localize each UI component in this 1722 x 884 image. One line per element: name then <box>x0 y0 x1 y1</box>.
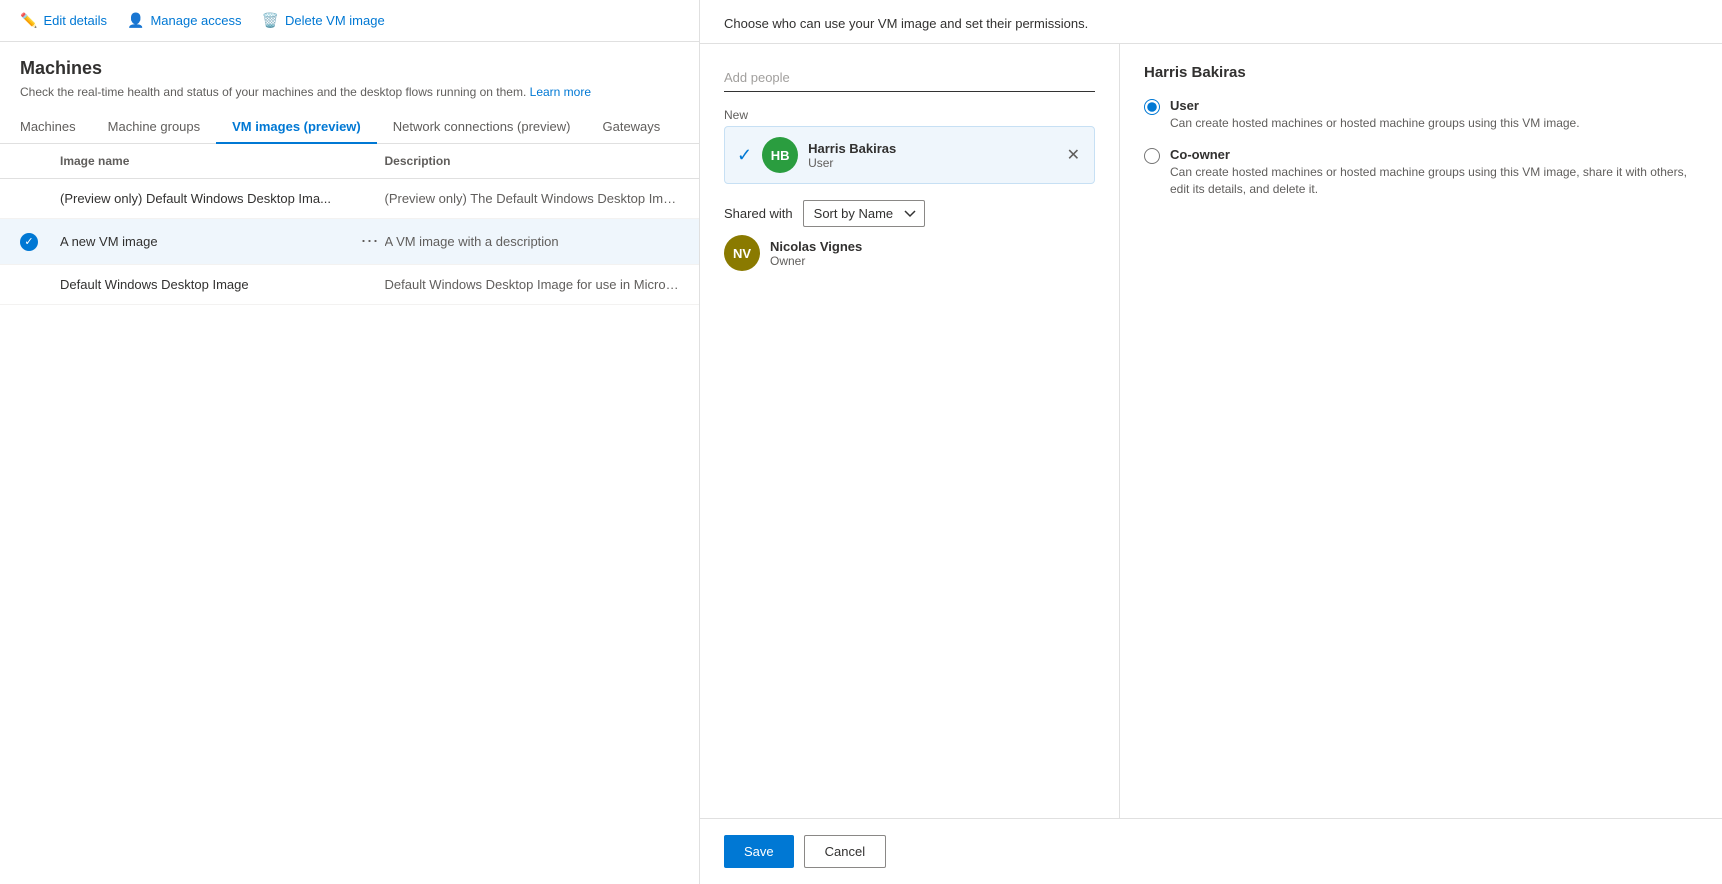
permissions-panel: Harris Bakiras User Can create hosted ma… <box>1120 44 1722 818</box>
left-panel: ✏️ Edit details 👤 Manage access 🗑️ Delet… <box>0 0 700 884</box>
manage-access-button[interactable]: 👤 Manage access <box>127 12 242 29</box>
person-info: Harris Bakiras User <box>808 141 1055 170</box>
page-subtitle: Check the real-time health and status of… <box>20 85 679 99</box>
user-radio[interactable] <box>1144 99 1160 115</box>
manage-access-description: Choose who can use your VM image and set… <box>700 0 1722 44</box>
sort-select[interactable]: Sort by Name Sort by Role <box>803 200 925 227</box>
row-name: Default Windows Desktop Image <box>60 277 355 292</box>
person-role: Owner <box>770 254 1095 268</box>
more-options-button[interactable]: ⋯ <box>355 231 385 252</box>
person-info: Nicolas Vignes Owner <box>770 239 1095 268</box>
tab-machines[interactable]: Machines <box>20 111 92 144</box>
remove-person-button[interactable]: ✕ <box>1065 143 1082 167</box>
avatar: HB <box>762 137 798 173</box>
row-name: (Preview only) Default Windows Desktop I… <box>60 191 355 206</box>
save-button[interactable]: Save <box>724 835 794 868</box>
right-panel: Choose who can use your VM image and set… <box>700 0 1722 884</box>
coowner-desc: Can create hosted machines or hosted mac… <box>1170 164 1698 198</box>
radio-option-user: User Can create hosted machines or hoste… <box>1144 97 1698 132</box>
coowner-label[interactable]: Co-owner <box>1170 147 1230 162</box>
person-role: User <box>808 156 1055 170</box>
shared-with-label: Shared with <box>724 206 793 221</box>
tab-gateways[interactable]: Gateways <box>586 111 676 144</box>
delete-label: Delete VM image <box>285 13 385 28</box>
tab-machine-groups[interactable]: Machine groups <box>92 111 217 144</box>
shared-with-row: Shared with Sort by Name Sort by Role <box>724 200 1095 227</box>
shared-with-section: Shared with Sort by Name Sort by Role NV… <box>724 200 1095 279</box>
nav-tabs: Machines Machine groups VM images (previ… <box>0 111 699 144</box>
radio-text: Co-owner Can create hosted machines or h… <box>1170 146 1698 198</box>
selected-check-icon: ✓ <box>20 233 38 251</box>
table-row[interactable]: ✓ A new VM image ⋯ A VM image with a des… <box>0 219 699 265</box>
tab-vm-images[interactable]: VM images (preview) <box>216 111 377 144</box>
row-desc: (Preview only) The Default Windows Deskt… <box>385 191 680 206</box>
footer: Save Cancel <box>700 818 1722 884</box>
manage-panel: New ✓ HB Harris Bakiras User ✕ Shared wi… <box>700 44 1120 818</box>
col-more <box>355 154 385 168</box>
coowner-radio[interactable] <box>1144 148 1160 164</box>
radio-group: User Can create hosted machines or hoste… <box>1144 97 1698 197</box>
col-check <box>20 154 60 168</box>
table-row[interactable]: Default Windows Desktop Image Default Wi… <box>0 265 699 305</box>
person-name: Nicolas Vignes <box>770 239 1095 254</box>
right-content: New ✓ HB Harris Bakiras User ✕ Shared wi… <box>700 44 1722 818</box>
row-name: A new VM image <box>60 234 355 249</box>
delete-vm-button[interactable]: 🗑️ Delete VM image <box>262 12 385 29</box>
edit-label: Edit details <box>43 13 107 28</box>
radio-text: User Can create hosted machines or hoste… <box>1170 97 1580 132</box>
radio-option-co-owner: Co-owner Can create hosted machines or h… <box>1144 146 1698 198</box>
table-row[interactable]: (Preview only) Default Windows Desktop I… <box>0 179 699 219</box>
person-selected-icon: ✓ <box>737 145 752 166</box>
add-people-input[interactable] <box>724 64 1095 92</box>
row-desc: Default Windows Desktop Image for use in… <box>385 277 680 292</box>
add-people-container <box>724 64 1095 92</box>
row-check: ✓ <box>20 233 60 251</box>
table-container: Image name Description (Preview only) De… <box>0 144 699 884</box>
tab-network-connections[interactable]: Network connections (preview) <box>377 111 587 144</box>
table-header: Image name Description <box>0 144 699 179</box>
page-title: Machines <box>20 58 679 79</box>
col-image-name: Image name <box>60 154 355 168</box>
manage-label: Manage access <box>150 13 241 28</box>
cancel-button[interactable]: Cancel <box>804 835 886 868</box>
shared-person-row: NV Nicolas Vignes Owner <box>724 227 1095 279</box>
person-name: Harris Bakiras <box>808 141 1055 156</box>
edit-details-button[interactable]: ✏️ Edit details <box>20 12 107 29</box>
avatar: NV <box>724 235 760 271</box>
row-desc: A VM image with a description <box>385 234 680 249</box>
page-header: Machines Check the real-time health and … <box>0 42 699 111</box>
edit-icon: ✏️ <box>20 12 37 29</box>
user-label[interactable]: User <box>1170 98 1199 113</box>
new-person-card: ✓ HB Harris Bakiras User ✕ <box>724 126 1095 184</box>
col-description: Description <box>385 154 680 168</box>
delete-icon: 🗑️ <box>262 12 279 29</box>
toolbar: ✏️ Edit details 👤 Manage access 🗑️ Delet… <box>0 0 699 42</box>
permissions-title: Harris Bakiras <box>1144 64 1698 81</box>
learn-more-link[interactable]: Learn more <box>530 85 591 99</box>
new-section-label: New <box>724 108 1095 122</box>
user-desc: Can create hosted machines or hosted mac… <box>1170 115 1580 132</box>
manage-icon: 👤 <box>127 12 144 29</box>
new-section: New ✓ HB Harris Bakiras User ✕ <box>724 108 1095 184</box>
